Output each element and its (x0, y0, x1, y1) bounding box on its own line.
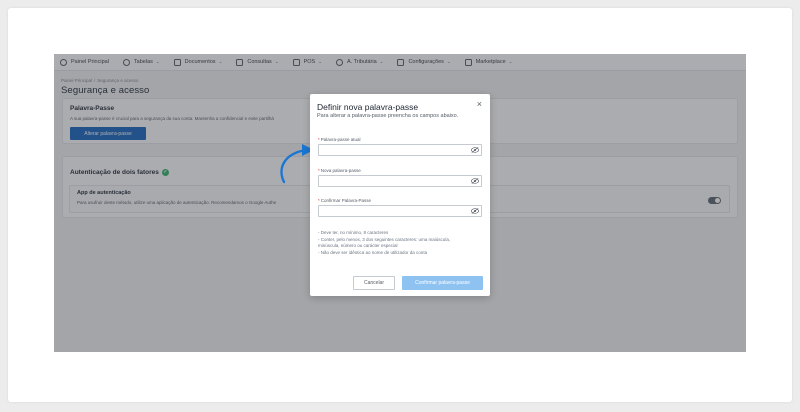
password-rules: - Deve ter, no mínimo, 8 caracteres - Co… (318, 230, 483, 256)
close-icon[interactable]: × (477, 100, 482, 109)
eye-off-icon[interactable] (471, 178, 479, 184)
required-mark: * (318, 168, 320, 173)
current-password-label: *Palavra-passe atual (318, 137, 361, 142)
new-password-label: *Nova palavra-passe (318, 168, 361, 173)
confirm-password-input[interactable] (318, 205, 482, 217)
password-rule: - Não deve ser idêntica ao nome de utili… (318, 249, 428, 255)
current-password-input[interactable] (318, 144, 482, 156)
eye-off-icon[interactable] (471, 147, 479, 153)
confirm-password-label-text: Confirmar Palavra-Passe (320, 198, 372, 203)
dialog-title: Definir nova palavra-passe (317, 102, 419, 112)
dialog-description: Para alterar a palavra-passe preencha os… (317, 113, 459, 119)
cancel-button[interactable]: Cancelar (353, 276, 395, 290)
new-password-dialog: Definir nova palavra-passe × Para altera… (310, 94, 490, 296)
eye-off-icon[interactable] (471, 208, 479, 214)
required-mark: * (318, 137, 320, 142)
confirm-password-label: *Confirmar Palavra-Passe (318, 198, 371, 203)
current-password-label-text: Palavra-passe atual (320, 137, 361, 142)
confirm-password-button[interactable]: Confirmar palavra-passe (402, 276, 483, 290)
required-mark: * (318, 198, 320, 203)
new-password-label-text: Nova palavra-passe (320, 168, 361, 173)
new-password-input[interactable] (318, 175, 482, 187)
